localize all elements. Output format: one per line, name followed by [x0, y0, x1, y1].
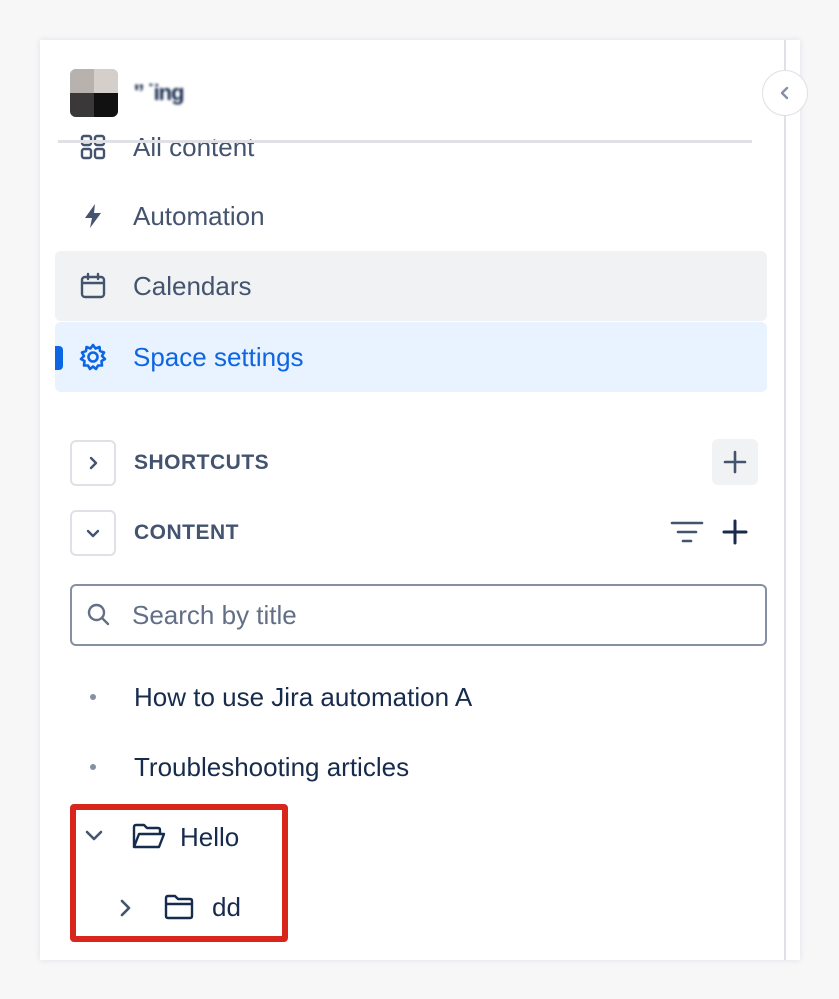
space-name: '’ ˙ing — [134, 80, 185, 105]
nav-item-label: Calendars — [133, 270, 252, 301]
nav-item-space-settings[interactable]: Space settings — [55, 322, 767, 392]
nav-item-automation[interactable]: Automation — [55, 181, 767, 251]
grid-icon — [77, 131, 109, 163]
content-title: CONTENT — [134, 521, 239, 544]
plus-icon — [723, 450, 747, 474]
content-section-header: CONTENT — [70, 509, 770, 557]
page-bullet-icon — [90, 694, 96, 700]
tree-item-page[interactable]: Troubleshooting articles — [70, 736, 760, 798]
tree-item-label: Troubleshooting articles — [134, 751, 410, 782]
nav-item-label: Space settings — [133, 341, 304, 372]
lightning-icon — [77, 200, 109, 232]
folder-icon — [164, 892, 194, 927]
expand-shortcuts-button[interactable] — [70, 440, 116, 486]
folder-open-icon — [132, 822, 166, 857]
tree-item-folder-dd[interactable]: dd — [70, 876, 280, 938]
chevron-left-icon — [780, 86, 789, 100]
sidebar-resize-border[interactable] — [784, 40, 786, 960]
tree-item-label: dd — [212, 891, 241, 922]
search-input[interactable] — [132, 596, 752, 634]
search-icon — [86, 602, 112, 633]
page-bullet-icon — [90, 764, 96, 770]
plus-icon — [722, 519, 748, 545]
nav-item-label: All content — [133, 131, 255, 162]
add-shortcut-button[interactable] — [712, 439, 758, 485]
scroll-divider — [58, 140, 752, 143]
filter-content-button[interactable] — [667, 512, 707, 552]
collapse-sidebar-button[interactable] — [762, 70, 808, 116]
chevron-right-icon — [89, 456, 98, 470]
gear-icon — [77, 341, 109, 373]
tree-item-label: How to use Jira automation A — [134, 681, 473, 712]
selected-indicator — [55, 346, 63, 370]
tree-item-page[interactable]: How to use Jira automation A — [70, 666, 760, 728]
shortcuts-section-header: SHORTCUTS — [70, 439, 770, 487]
space-header[interactable]: '’ ˙ing — [70, 69, 185, 117]
chevron-down-icon[interactable] — [84, 828, 104, 849]
shortcuts-title: SHORTCUTS — [134, 451, 270, 474]
tree-item-label: Hello — [180, 821, 240, 852]
search-by-title-field[interactable] — [70, 584, 767, 646]
nav-item-label: Automation — [133, 200, 265, 231]
collapse-content-button[interactable] — [70, 510, 116, 556]
create-content-button[interactable] — [715, 512, 755, 552]
space-avatar — [70, 69, 118, 117]
tree-item-folder-hello[interactable]: Hello — [70, 806, 280, 868]
chevron-down-icon — [86, 529, 100, 538]
nav-item-all-content[interactable]: All content — [55, 112, 767, 182]
chevron-right-icon[interactable] — [118, 898, 134, 923]
nav-item-calendars[interactable]: Calendars — [55, 251, 767, 321]
calendar-icon — [77, 270, 109, 302]
filter-icon — [670, 521, 704, 543]
